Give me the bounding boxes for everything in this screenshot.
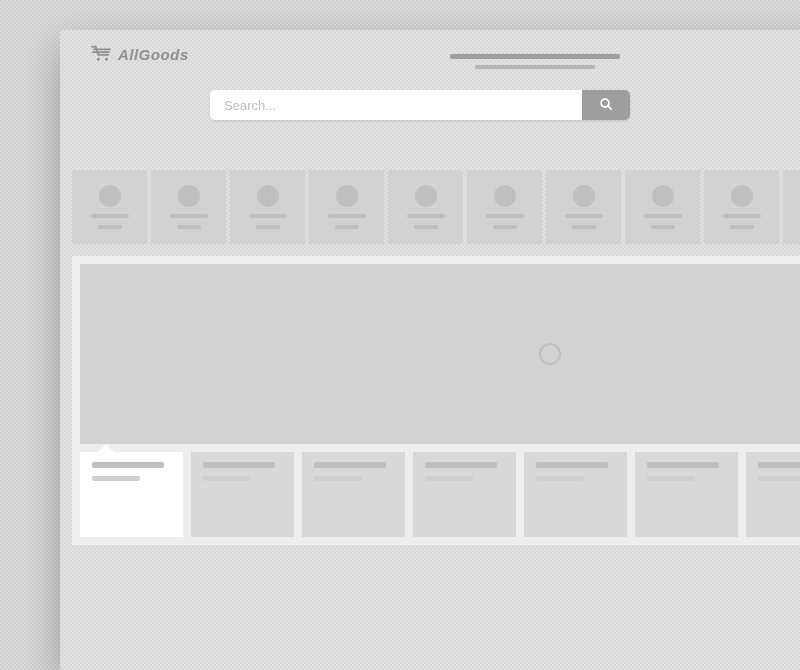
category-label-placeholder bbox=[486, 214, 524, 218]
category-icon bbox=[415, 185, 437, 207]
category-label-placeholder bbox=[249, 214, 287, 218]
search-button[interactable] bbox=[582, 90, 630, 120]
product-card[interactable] bbox=[524, 452, 627, 537]
app-window: AllGoods bbox=[60, 30, 800, 670]
product-title-placeholder bbox=[536, 462, 608, 468]
category-icon bbox=[573, 185, 595, 207]
category-icon bbox=[257, 185, 279, 207]
category-label-placeholder bbox=[91, 214, 129, 218]
category-label-placeholder bbox=[328, 214, 366, 218]
category-card[interactable] bbox=[704, 170, 779, 244]
category-card[interactable] bbox=[546, 170, 621, 244]
category-icon bbox=[731, 185, 753, 207]
category-strip bbox=[72, 170, 800, 244]
category-card[interactable] bbox=[388, 170, 463, 244]
category-sub-placeholder bbox=[414, 225, 438, 229]
category-sub-placeholder bbox=[572, 225, 596, 229]
category-sub-placeholder bbox=[493, 225, 517, 229]
search-icon bbox=[598, 96, 614, 115]
category-card[interactable] bbox=[230, 170, 305, 244]
product-sub-placeholder bbox=[425, 476, 473, 481]
product-sub-placeholder bbox=[536, 476, 584, 481]
category-card[interactable] bbox=[783, 170, 800, 244]
category-sub-placeholder bbox=[256, 225, 280, 229]
category-card[interactable] bbox=[151, 170, 226, 244]
product-card[interactable] bbox=[413, 452, 516, 537]
search-input[interactable] bbox=[210, 90, 582, 120]
category-icon bbox=[652, 185, 674, 207]
product-sub-placeholder bbox=[92, 476, 140, 481]
category-icon bbox=[494, 185, 516, 207]
product-sub-placeholder bbox=[314, 476, 362, 481]
category-sub-placeholder bbox=[651, 225, 675, 229]
product-title-placeholder bbox=[425, 462, 497, 468]
category-card[interactable] bbox=[309, 170, 384, 244]
search-bar bbox=[210, 90, 630, 120]
header-tagline-placeholder bbox=[450, 54, 620, 69]
category-sub-placeholder bbox=[730, 225, 754, 229]
product-title-placeholder bbox=[647, 462, 719, 468]
category-label-placeholder bbox=[565, 214, 603, 218]
category-label-placeholder bbox=[170, 214, 208, 218]
category-sub-placeholder bbox=[177, 225, 201, 229]
image-placeholder-icon bbox=[539, 343, 561, 365]
product-row bbox=[80, 452, 800, 537]
product-title-placeholder bbox=[203, 462, 275, 468]
product-title-placeholder bbox=[314, 462, 386, 468]
product-sub-placeholder bbox=[647, 476, 695, 481]
brand-logo[interactable]: AllGoods bbox=[90, 44, 189, 67]
cart-icon bbox=[90, 44, 112, 67]
category-card[interactable] bbox=[467, 170, 542, 244]
product-title-placeholder bbox=[92, 462, 164, 468]
category-card[interactable] bbox=[625, 170, 700, 244]
product-card[interactable] bbox=[191, 452, 294, 537]
category-label-placeholder bbox=[407, 214, 445, 218]
brand-name: AllGoods bbox=[118, 47, 189, 64]
product-title-placeholder bbox=[758, 462, 800, 468]
category-label-placeholder bbox=[723, 214, 761, 218]
category-icon bbox=[178, 185, 200, 207]
product-sub-placeholder bbox=[203, 476, 251, 481]
product-card[interactable] bbox=[746, 452, 800, 537]
hero-banner[interactable] bbox=[80, 264, 800, 444]
product-card[interactable] bbox=[302, 452, 405, 537]
product-card[interactable] bbox=[80, 452, 183, 537]
product-card[interactable] bbox=[635, 452, 738, 537]
category-card[interactable] bbox=[72, 170, 147, 244]
category-icon bbox=[336, 185, 358, 207]
category-icon bbox=[99, 185, 121, 207]
category-label-placeholder bbox=[644, 214, 682, 218]
category-sub-placeholder bbox=[335, 225, 359, 229]
content-frame bbox=[72, 256, 800, 545]
product-sub-placeholder bbox=[758, 476, 800, 481]
category-sub-placeholder bbox=[98, 225, 122, 229]
